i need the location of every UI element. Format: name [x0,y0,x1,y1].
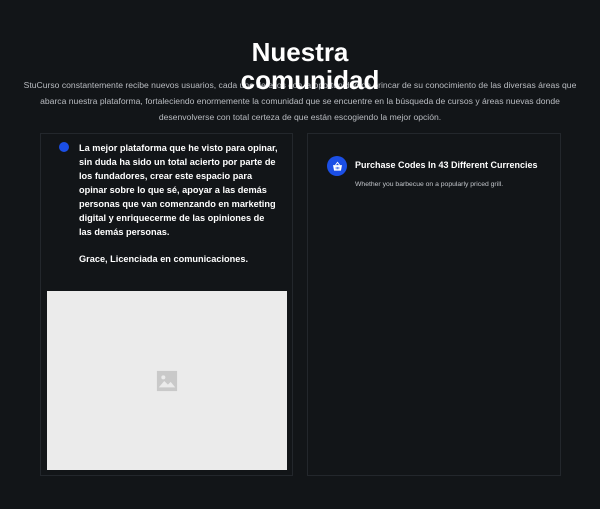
testimonial-card: La mejor plataforma que he visto para op… [40,133,293,476]
feature-description: Whether you barbecue on a popularly pric… [355,181,504,188]
image-placeholder-icon [156,370,178,391]
section-title-line1: Nuestra [251,37,349,67]
testimonial-image [47,291,287,470]
section-title-line2: comunidad [240,65,380,95]
feature-title: Purchase Codes In 43 Different Currencie… [355,160,538,170]
section-title: Nuestra comunidad [0,38,600,94]
testimonial-author: Grace, Licenciada en comunicaciones. [79,254,249,264]
feature-card: Purchase Codes In 43 Different Currencie… [307,133,561,476]
basket-icon [327,156,347,176]
testimonial-quote: La mejor plataforma que he visto para op… [79,143,278,237]
bullet-icon [59,142,69,152]
